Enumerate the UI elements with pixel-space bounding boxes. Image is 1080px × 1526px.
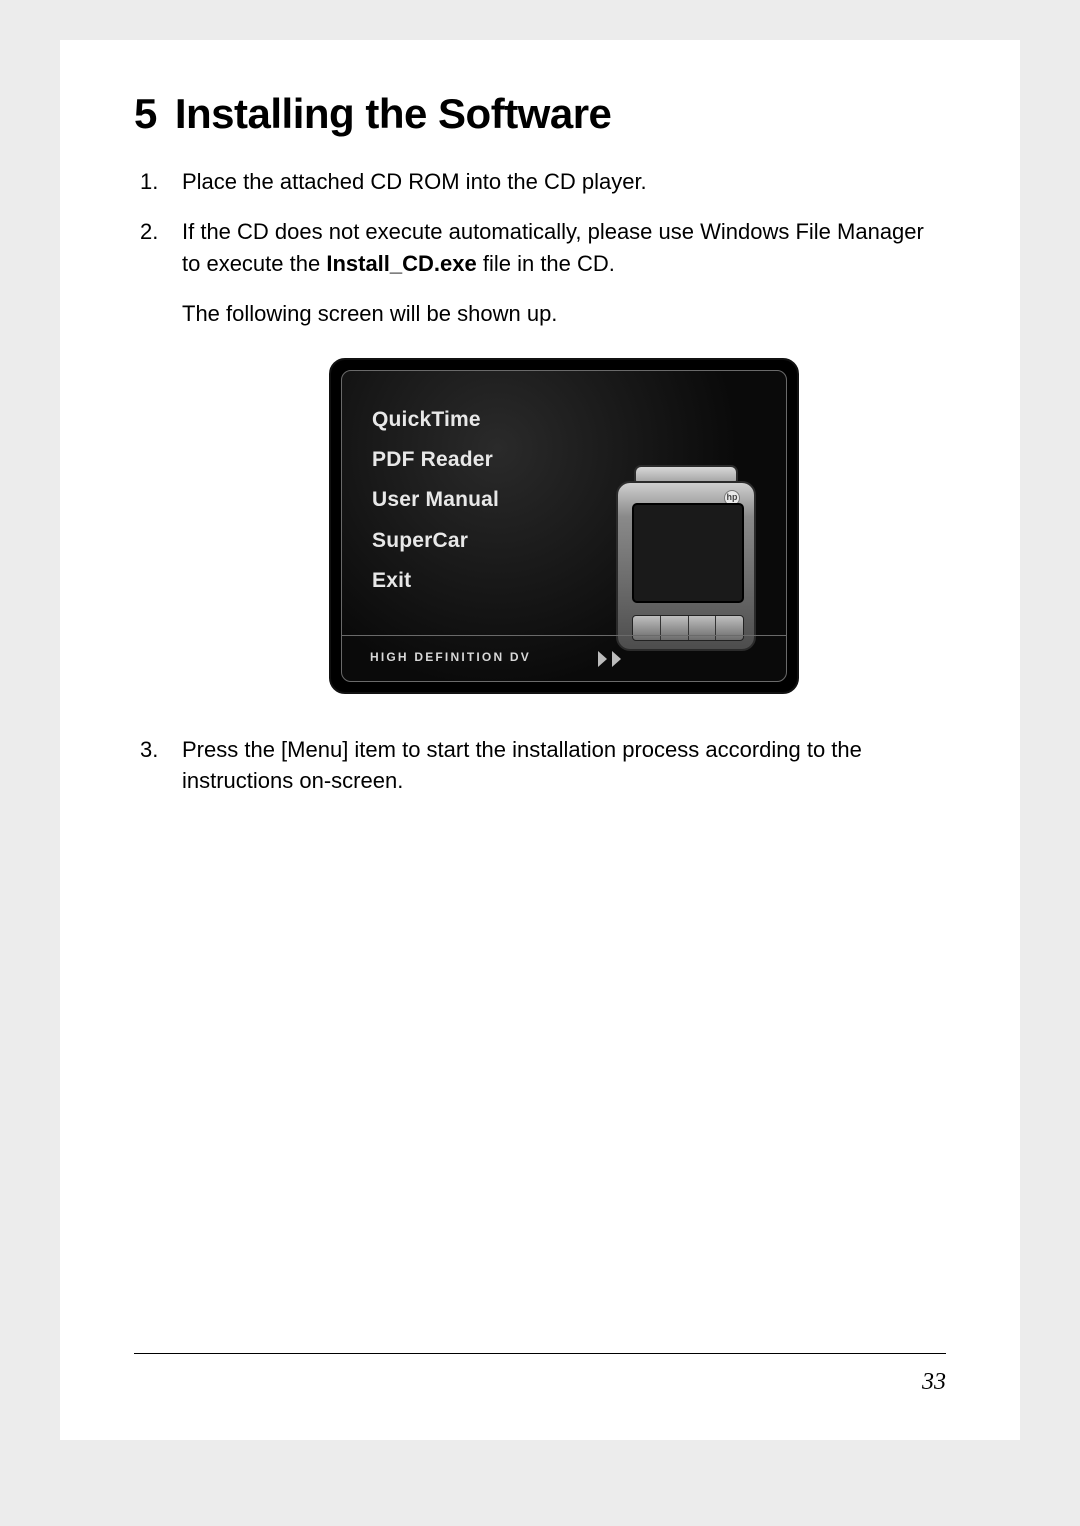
section-number: 5 xyxy=(134,90,157,138)
step-3-text: Press the [Menu] item to start the insta… xyxy=(182,737,862,794)
section-heading: 5 Installing the Software xyxy=(134,90,946,138)
step-2-sub: The following screen will be shown up. xyxy=(182,298,946,330)
installer-footer-label: HIGH DEFINITION DV xyxy=(370,649,531,666)
device-illustration: hp xyxy=(616,481,756,651)
step-3: Press the [Menu] item to start the insta… xyxy=(134,734,946,798)
installer-menu: QuickTime PDF Reader User Manual SuperCa… xyxy=(372,405,499,597)
menu-item-pdf-reader[interactable]: PDF Reader xyxy=(372,445,499,475)
instruction-list: Place the attached CD ROM into the CD pl… xyxy=(134,166,946,797)
section-title: Installing the Software xyxy=(175,90,612,137)
installer-window: QuickTime PDF Reader User Manual SuperCa… xyxy=(329,358,799,694)
installer-screenshot: QuickTime PDF Reader User Manual SuperCa… xyxy=(182,358,946,694)
step-2: If the CD does not execute automatically… xyxy=(134,216,946,694)
chevron-right-icon xyxy=(598,651,632,667)
page-number: 33 xyxy=(922,1369,946,1396)
step-1-text: Place the attached CD ROM into the CD pl… xyxy=(182,169,647,194)
manual-page: 5 Installing the Software Place the attac… xyxy=(60,40,1020,1440)
installer-inner: QuickTime PDF Reader User Manual SuperCa… xyxy=(341,370,787,682)
menu-item-user-manual[interactable]: User Manual xyxy=(372,485,499,515)
step-2-text-b: file in the CD. xyxy=(477,251,615,276)
step-1: Place the attached CD ROM into the CD pl… xyxy=(134,166,946,198)
menu-item-quicktime[interactable]: QuickTime xyxy=(372,405,499,435)
menu-item-supercar[interactable]: SuperCar xyxy=(372,526,499,556)
device-screen xyxy=(632,503,744,603)
step-2-filename: Install_CD.exe xyxy=(326,251,476,276)
device-body: hp xyxy=(616,481,756,651)
installer-footer: HIGH DEFINITION DV xyxy=(342,635,786,681)
menu-item-exit[interactable]: Exit xyxy=(372,566,499,596)
page-footer-rule xyxy=(134,1353,946,1354)
